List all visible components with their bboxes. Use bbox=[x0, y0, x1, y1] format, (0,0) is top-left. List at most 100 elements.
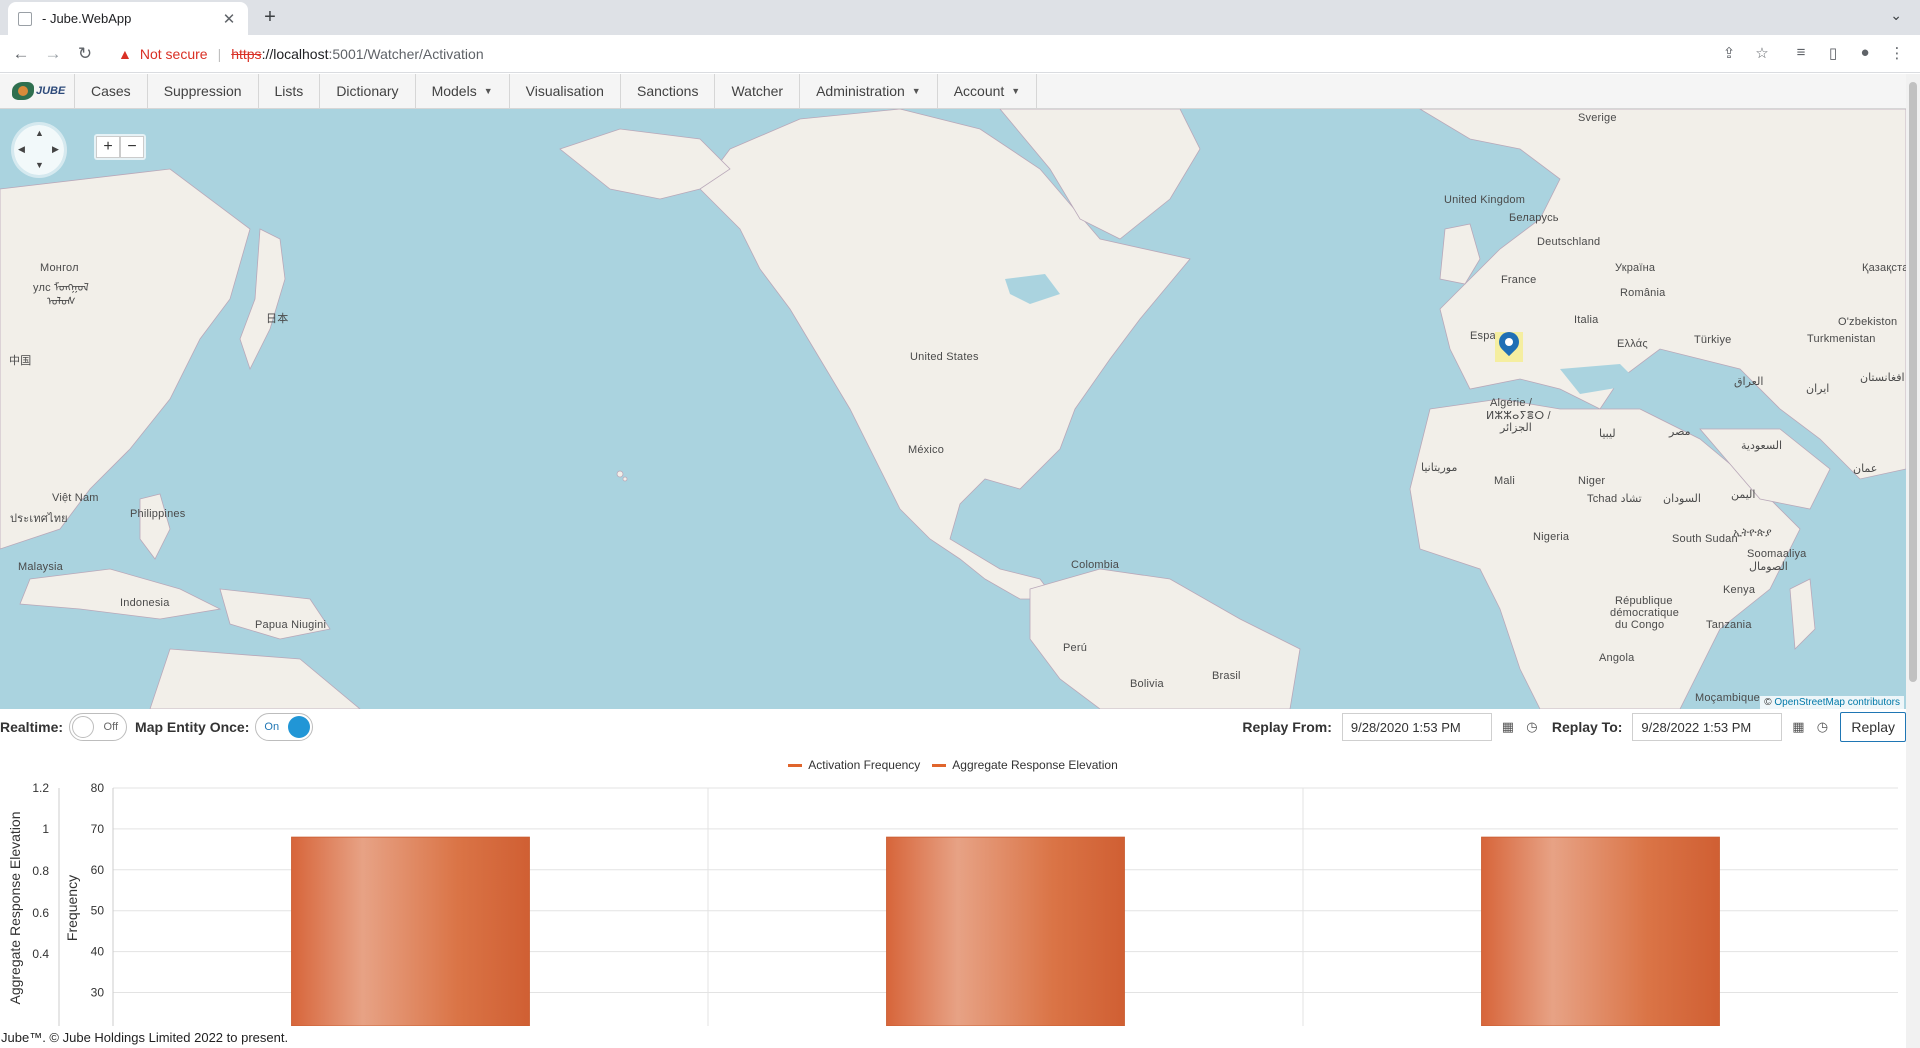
replay-from-input[interactable]: 9/28/2020 1:53 PM bbox=[1341, 713, 1492, 741]
media-control-icon[interactable]: ≡ bbox=[1791, 44, 1811, 64]
nav-label: Lists bbox=[274, 83, 304, 99]
nav-label: Visualisation bbox=[525, 83, 604, 99]
nav-watcher[interactable]: Watcher bbox=[715, 74, 801, 108]
nav-visualisation[interactable]: Visualisation bbox=[510, 74, 621, 108]
replay-button[interactable]: Replay bbox=[1840, 712, 1906, 742]
map-label: موريتانيا bbox=[1421, 462, 1458, 474]
nav-account[interactable]: Account ▼ bbox=[938, 74, 1038, 108]
browser-menu-icon[interactable]: ⋮ bbox=[1887, 44, 1907, 64]
pan-left-icon[interactable]: ◀ bbox=[18, 144, 25, 155]
address-bar[interactable]: ▲ Not secure | https://localhost:5001/Wa… bbox=[106, 39, 1786, 69]
map-label: O'zbekiston bbox=[1838, 316, 1898, 328]
zoom-in-button[interactable]: + bbox=[96, 136, 120, 158]
left-axis-tick-label: 1.2 bbox=[32, 781, 49, 795]
map-label: ایران bbox=[1806, 383, 1830, 395]
right-axis-title: Frequency bbox=[64, 875, 80, 941]
zoom-out-button[interactable]: − bbox=[120, 136, 144, 158]
map-entity-once-toggle[interactable]: On bbox=[255, 713, 314, 741]
map-label: Italia bbox=[1574, 314, 1599, 326]
app-nav-bar: JUBE Cases Suppression Lists Dictionary … bbox=[0, 74, 1906, 109]
tab-close-icon[interactable]: ✕ bbox=[220, 10, 238, 28]
map-label: Nigeria bbox=[1533, 531, 1570, 543]
map-label: 日本 bbox=[266, 313, 289, 325]
bar bbox=[886, 836, 1125, 1026]
map-label: démocratique bbox=[1610, 607, 1680, 619]
map-label: مصر bbox=[1669, 426, 1691, 438]
pan-right-icon[interactable]: ▶ bbox=[52, 144, 59, 155]
calendar-icon[interactable]: ▦ bbox=[1496, 719, 1520, 735]
nav-sanctions[interactable]: Sanctions bbox=[621, 74, 716, 108]
legend-swatch bbox=[788, 763, 803, 767]
osm-attribution-link[interactable]: OpenStreetMap contributors bbox=[1774, 697, 1900, 708]
forward-icon[interactable]: → bbox=[42, 43, 64, 65]
legend-label: Aggregate Response Elevation bbox=[952, 758, 1118, 772]
nav-administration[interactable]: Administration ▼ bbox=[800, 74, 938, 108]
right-axis-tick-label: 50 bbox=[91, 904, 105, 918]
nav-cases[interactable]: Cases bbox=[75, 74, 148, 108]
calendar-icon[interactable]: ▦ bbox=[1786, 719, 1810, 735]
right-axis-tick-label: 60 bbox=[91, 863, 105, 877]
clock-icon[interactable]: ◷ bbox=[1810, 719, 1834, 735]
right-axis-tick-label: 30 bbox=[91, 986, 105, 1000]
browser-tab-bar: - Jube.WebApp ✕ + ⌄ bbox=[0, 0, 1920, 35]
activation-chart: 80 70 60 50 40 30 1.2 1 0.8 0.6 0.4 Aggregate Respo… bbox=[0, 748, 1906, 1026]
page-scrollbar[interactable] bbox=[1906, 74, 1920, 1048]
legend-item-activation-frequency[interactable]: Activation Frequency bbox=[788, 758, 920, 772]
jube-logo[interactable]: JUBE bbox=[0, 74, 75, 108]
nav-label: Account bbox=[953, 83, 1005, 99]
map-label: Deutschland bbox=[1537, 236, 1601, 248]
nav-dictionary[interactable]: Dictionary bbox=[320, 74, 416, 108]
nav-label: Cases bbox=[91, 83, 131, 99]
right-axis-tick-label: 80 bbox=[91, 781, 105, 795]
nav-label: Watcher bbox=[731, 83, 784, 99]
map-label: United States bbox=[910, 351, 979, 363]
tab-search-icon[interactable]: ⌄ bbox=[1890, 7, 1902, 24]
pan-down-icon[interactable]: ▼ bbox=[35, 160, 44, 170]
share-icon[interactable]: ⇪ bbox=[1719, 44, 1739, 64]
entity-marker[interactable] bbox=[1494, 327, 1524, 362]
attribution-prefix: © bbox=[1764, 697, 1775, 708]
map-label: Україна bbox=[1615, 262, 1656, 274]
nav-suppression[interactable]: Suppression bbox=[148, 74, 259, 108]
map-label: Colombia bbox=[1071, 559, 1120, 571]
map-label: عمان bbox=[1853, 463, 1878, 475]
nav-models[interactable]: Models ▼ bbox=[416, 74, 510, 108]
map-label: Turkmenistan bbox=[1807, 333, 1876, 345]
left-axis-tick-label: 0.8 bbox=[32, 864, 49, 878]
map-label: Türkiye bbox=[1694, 334, 1732, 346]
profile-avatar-icon[interactable]: ● bbox=[1855, 44, 1875, 64]
clock-icon[interactable]: ◷ bbox=[1520, 719, 1544, 735]
replay-to-input[interactable]: 9/28/2022 1:53 PM bbox=[1632, 713, 1783, 741]
map-label: Ελλάς bbox=[1617, 338, 1648, 350]
map-label: Tanzania bbox=[1706, 619, 1752, 631]
caret-down-icon: ▼ bbox=[911, 86, 921, 96]
url-scheme: https bbox=[231, 46, 262, 62]
right-axis-tick-label: 40 bbox=[91, 945, 105, 959]
browser-toolbar: ← → ↻ ▲ Not secure | https://localhost:5… bbox=[0, 35, 1920, 73]
map-label: الصومال bbox=[1749, 561, 1788, 573]
bookmark-star-icon[interactable]: ☆ bbox=[1752, 44, 1772, 64]
reload-icon[interactable]: ↻ bbox=[74, 43, 96, 65]
side-panel-icon[interactable]: ▯ bbox=[1823, 44, 1843, 64]
caret-down-icon: ▼ bbox=[483, 86, 493, 96]
map-label: République bbox=[1615, 595, 1673, 607]
map-label: Indonesia bbox=[120, 597, 170, 609]
chart-legend: Activation Frequency Aggregate Response … bbox=[0, 758, 1906, 772]
map-label: România bbox=[1620, 287, 1666, 299]
map-label: Malaysia bbox=[18, 561, 64, 573]
map-label: Papua Niugini bbox=[255, 619, 327, 631]
map-label: Қазақста bbox=[1862, 262, 1906, 274]
legend-label: Activation Frequency bbox=[808, 758, 921, 772]
scrollbar-thumb[interactable] bbox=[1909, 82, 1917, 682]
browser-tab[interactable]: - Jube.WebApp ✕ bbox=[8, 2, 248, 35]
map-pan-control[interactable]: ▲ ◀ ▶ ▼ bbox=[14, 125, 64, 175]
map-label: Niger bbox=[1578, 475, 1606, 487]
pan-up-icon[interactable]: ▲ bbox=[35, 128, 44, 138]
nav-lists[interactable]: Lists bbox=[259, 74, 321, 108]
legend-item-aggregate-response-elevation[interactable]: Aggregate Response Elevation bbox=[932, 758, 1118, 772]
realtime-toggle[interactable]: Off bbox=[69, 713, 128, 741]
new-tab-button[interactable]: + bbox=[258, 6, 282, 29]
back-icon[interactable]: ← bbox=[10, 43, 32, 65]
map-label: Kenya bbox=[1723, 584, 1756, 596]
world-map[interactable]: Sverige United Kingdom Беларусь Deutschland… bbox=[0, 109, 1906, 709]
